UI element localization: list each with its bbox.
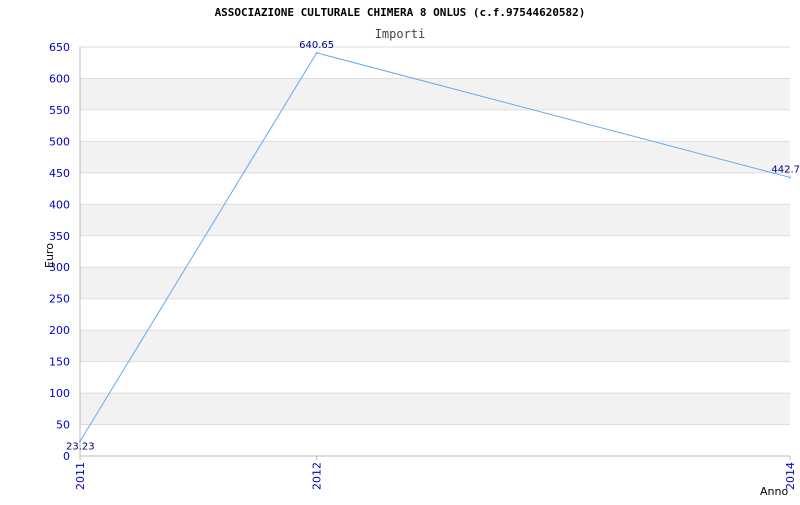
chart-root: 0 50 100 150 200 250 300 350 400 450 500 550 600 650 … (0, 0, 800, 500)
y-tick-label: 650 (49, 41, 70, 54)
y-tick-label: 400 (49, 198, 70, 211)
x-axis-ticks: 2011 2012 2014 (74, 456, 797, 490)
plot-band (80, 330, 790, 362)
y-tick-label: 100 (49, 387, 70, 400)
line-chart: 050100150200250300350400450500550600650 … (43, 6, 800, 498)
y-tick-label: 600 (49, 72, 70, 85)
series-group (79, 51, 791, 443)
series-line (79, 52, 791, 442)
x-tick-label: 2012 (311, 462, 324, 490)
x-tick-label: 2011 (74, 462, 87, 490)
y-tick-label: 500 (49, 135, 70, 148)
y-tick-label: 450 (49, 167, 70, 180)
y-axis-label: Euro (43, 243, 56, 268)
y-tick-label: 50 (56, 419, 70, 432)
y-tick-label: 250 (49, 293, 70, 306)
plot-band (80, 204, 790, 236)
data-label: 640.65 (299, 40, 334, 51)
chart-subtitle: Importi (375, 27, 426, 41)
x-axis-label: Anno (760, 485, 788, 498)
plot-band (80, 141, 790, 173)
data-label: 442.7 (771, 164, 800, 175)
y-tick-label: 350 (49, 230, 70, 243)
y-tick-label: 150 (49, 356, 70, 369)
plot-band (80, 393, 790, 425)
plot-band (80, 78, 790, 110)
chart-title: ASSOCIAZIONE CULTURALE CHIMERA 8 ONLUS (… (215, 6, 586, 19)
data-point (789, 176, 791, 179)
y-tick-label: 550 (49, 104, 70, 117)
plot-background-bands (80, 78, 790, 425)
data-point (315, 51, 318, 54)
data-label: 23.23 (66, 441, 95, 452)
y-tick-label: 200 (49, 324, 70, 337)
plot-band (80, 267, 790, 299)
